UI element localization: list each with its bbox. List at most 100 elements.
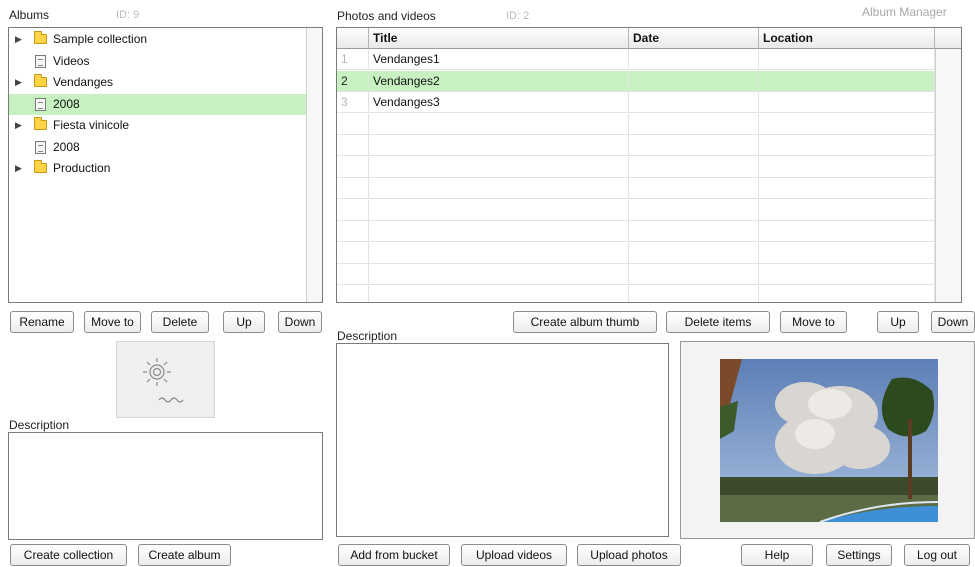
empty-cell xyxy=(759,199,935,221)
empty-cell xyxy=(369,285,629,302)
albums-tree[interactable]: ▶ Sample collection Videos ▶ Vendanges 2008 ▶ F… xyxy=(8,27,323,303)
expand-arrow-icon[interactable]: ▶ xyxy=(15,72,22,93)
photo-date-cell xyxy=(629,49,759,70)
empty-row xyxy=(337,242,935,264)
folder-icon xyxy=(34,117,47,130)
album-description-input[interactable] xyxy=(8,432,323,540)
empty-cell xyxy=(759,113,935,135)
photo-description-input[interactable] xyxy=(336,343,669,537)
photos-table[interactable]: Title Date Location 1 Vendanges1 2 Vendange… xyxy=(336,27,962,303)
empty-row xyxy=(337,135,935,156)
photo-description-label: Description xyxy=(337,329,398,343)
album-tree-item-label: Vendanges xyxy=(53,75,114,89)
photo-title-cell: Vendanges3 xyxy=(369,92,629,113)
column-header-location[interactable]: Location xyxy=(759,28,935,49)
album-tree-item-label: Videos xyxy=(53,53,90,68)
album-tree-item[interactable]: 2008 xyxy=(9,93,306,115)
add-from-bucket-button[interactable]: Add from bucket xyxy=(338,544,450,566)
photo-preview-panel xyxy=(680,341,975,539)
empty-row xyxy=(337,178,935,199)
photo-move-to-button[interactable]: Move to xyxy=(780,311,847,333)
folder-icon xyxy=(34,31,47,44)
delete-items-button[interactable]: Delete items xyxy=(666,311,770,333)
album-tree-item-label: 2008 xyxy=(53,139,80,154)
row-number-empty xyxy=(337,221,369,242)
empty-cell xyxy=(629,221,759,242)
column-header-title[interactable]: Title xyxy=(369,28,629,49)
row-number-header xyxy=(337,28,369,49)
upload-videos-button[interactable]: Upload videos xyxy=(461,544,567,566)
empty-cell xyxy=(369,178,629,199)
album-tree-item[interactable]: ▶ Production xyxy=(9,158,306,179)
album-tree-item[interactable]: ▶ Sample collection xyxy=(9,29,306,50)
empty-cell xyxy=(629,264,759,285)
upload-photos-button[interactable]: Upload photos xyxy=(577,544,681,566)
photos-id: ID: 2 xyxy=(506,10,530,22)
empty-cell xyxy=(759,221,935,242)
album-thumbnail xyxy=(116,341,215,418)
album-tree-item-label: Fiesta vinicole xyxy=(53,118,130,132)
photo-title-cell: Vendanges2 xyxy=(369,70,629,92)
empty-cell xyxy=(759,156,935,178)
album-icon xyxy=(35,97,46,111)
create-collection-button[interactable]: Create collection xyxy=(10,544,127,566)
expand-arrow-icon[interactable]: ▶ xyxy=(15,115,22,136)
album-tree-item[interactable]: ▶ Fiesta vinicole xyxy=(9,115,306,136)
empty-cell xyxy=(629,199,759,221)
empty-cell xyxy=(759,285,935,302)
album-tree-item[interactable]: ▶ Vendanges xyxy=(9,72,306,93)
column-header-date[interactable]: Date xyxy=(629,28,759,49)
photo-location-cell xyxy=(759,49,935,70)
album-tree-item-label: Sample collection xyxy=(53,32,148,46)
row-number-empty xyxy=(337,156,369,178)
row-number-empty xyxy=(337,242,369,264)
expand-arrow-icon[interactable]: ▶ xyxy=(15,158,22,179)
album-move-to-button[interactable]: Move to xyxy=(84,311,141,333)
empty-row xyxy=(337,264,935,285)
albums-id: ID: 9 xyxy=(116,9,140,21)
album-tree-item-label: 2008 xyxy=(53,96,80,111)
photo-location-cell xyxy=(759,70,935,92)
photos-scrollbar[interactable] xyxy=(935,49,961,302)
album-delete-button[interactable]: Delete xyxy=(151,311,209,333)
help-button[interactable]: Help xyxy=(741,544,813,566)
row-number: 2 xyxy=(337,70,369,92)
album-description-label: Description xyxy=(9,418,70,432)
album-down-button[interactable]: Down xyxy=(278,311,322,333)
row-number-empty xyxy=(337,113,369,135)
photo-date-cell xyxy=(629,92,759,113)
empty-cell xyxy=(759,242,935,264)
album-up-button[interactable]: Up xyxy=(223,311,265,333)
empty-cell xyxy=(369,264,629,285)
empty-row xyxy=(337,199,935,221)
album-tree-item[interactable]: 2008 xyxy=(9,137,306,158)
empty-cell xyxy=(759,135,935,156)
photo-down-button[interactable]: Down xyxy=(931,311,975,333)
photo-row[interactable]: 1 Vendanges1 xyxy=(337,49,961,70)
create-album-thumb-button[interactable]: Create album thumb xyxy=(513,311,657,333)
expand-arrow-icon[interactable]: ▶ xyxy=(15,29,22,50)
empty-cell xyxy=(369,242,629,264)
album-icon xyxy=(35,54,46,68)
row-number: 3 xyxy=(337,92,369,113)
photo-preview-image xyxy=(720,359,938,522)
create-album-button[interactable]: Create album xyxy=(138,544,231,566)
sun-image-icon xyxy=(143,358,184,403)
photo-up-button[interactable]: Up xyxy=(877,311,919,333)
photo-row[interactable]: 3 Vendanges3 xyxy=(337,92,961,113)
album-tree-item[interactable]: Videos xyxy=(9,51,306,72)
photo-row[interactable]: 2 Vendanges2 xyxy=(337,70,961,92)
photo-location-cell xyxy=(759,92,935,113)
row-number-empty xyxy=(337,178,369,199)
log-out-button[interactable]: Log out xyxy=(904,544,970,566)
photo-title-cell: Vendanges1 xyxy=(369,49,629,70)
albums-scrollbar[interactable] xyxy=(306,28,322,302)
empty-row xyxy=(337,113,935,135)
empty-cell xyxy=(759,264,935,285)
empty-cell xyxy=(629,242,759,264)
rename-button[interactable]: Rename xyxy=(10,311,74,333)
folder-icon xyxy=(34,160,47,173)
empty-cell xyxy=(629,156,759,178)
photo-date-cell xyxy=(629,70,759,92)
settings-button[interactable]: Settings xyxy=(826,544,892,566)
